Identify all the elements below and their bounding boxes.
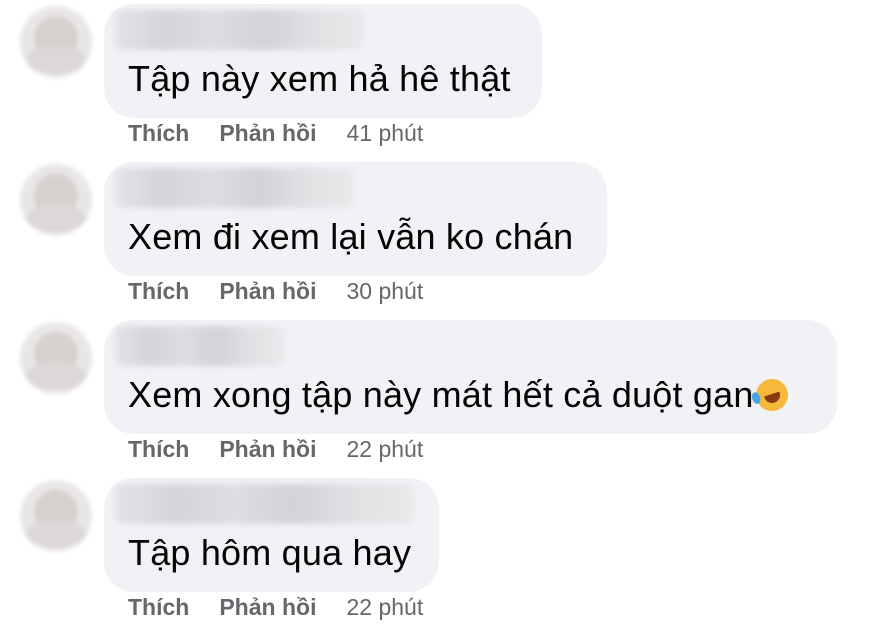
timestamp[interactable]: 22 phút <box>346 594 423 620</box>
like-button[interactable]: Thích <box>128 278 189 304</box>
reply-button[interactable]: Phản hồi <box>219 436 316 462</box>
timestamp[interactable]: 41 phút <box>346 120 423 146</box>
comment: Tập hôm qua hay Thích Phản hồi 22 phút <box>0 474 882 632</box>
avatar[interactable] <box>20 480 92 552</box>
like-button[interactable]: Thích <box>128 120 189 146</box>
avatar[interactable] <box>20 164 92 236</box>
blurred-commenter-name <box>114 168 354 208</box>
comment-text: Tập này xem hả hê thật <box>128 58 511 99</box>
comment-text: Xem đi xem lại vẫn ko chán <box>128 216 574 257</box>
like-button[interactable]: Thích <box>128 594 189 620</box>
comment: Tập này xem hả hê thật Thích Phản hồi 41 p… <box>0 0 882 158</box>
comment-actions: Thích Phản hồi 30 phút <box>128 278 423 305</box>
comment-text: Xem xong tập này mát hết cả duột gan <box>128 374 792 416</box>
comment-text-content: Xem xong tập này mát hết cả duột gan <box>128 374 754 415</box>
laughing-emoji-icon <box>751 374 792 416</box>
reply-button[interactable]: Phản hồi <box>219 120 316 146</box>
comment-bubble: Xem đi xem lại vẫn ko chán <box>104 162 607 276</box>
blurred-commenter-name <box>114 484 414 524</box>
comment-bubble: Tập này xem hả hê thật <box>104 4 542 118</box>
avatar[interactable] <box>20 6 92 78</box>
comment-actions: Thích Phản hồi 22 phút <box>128 594 423 621</box>
reply-button[interactable]: Phản hồi <box>219 594 316 620</box>
timestamp[interactable]: 22 phút <box>346 436 423 462</box>
comment-bubble: Xem xong tập này mát hết cả duột gan <box>104 320 837 434</box>
comment-actions: Thích Phản hồi 41 phút <box>128 120 423 147</box>
avatar[interactable] <box>20 322 92 394</box>
comment-bubble: Tập hôm qua hay <box>104 478 439 592</box>
timestamp[interactable]: 30 phút <box>346 278 423 304</box>
comment-text: Tập hôm qua hay <box>128 532 412 573</box>
comment: Xem xong tập này mát hết cả duột gan Thí… <box>0 316 882 474</box>
blurred-commenter-name <box>114 326 284 366</box>
reply-button[interactable]: Phản hồi <box>219 278 316 304</box>
blurred-commenter-name <box>114 10 364 50</box>
comment: Xem đi xem lại vẫn ko chán Thích Phản hồi… <box>0 158 882 316</box>
comment-actions: Thích Phản hồi 22 phút <box>128 436 423 463</box>
like-button[interactable]: Thích <box>128 436 189 462</box>
